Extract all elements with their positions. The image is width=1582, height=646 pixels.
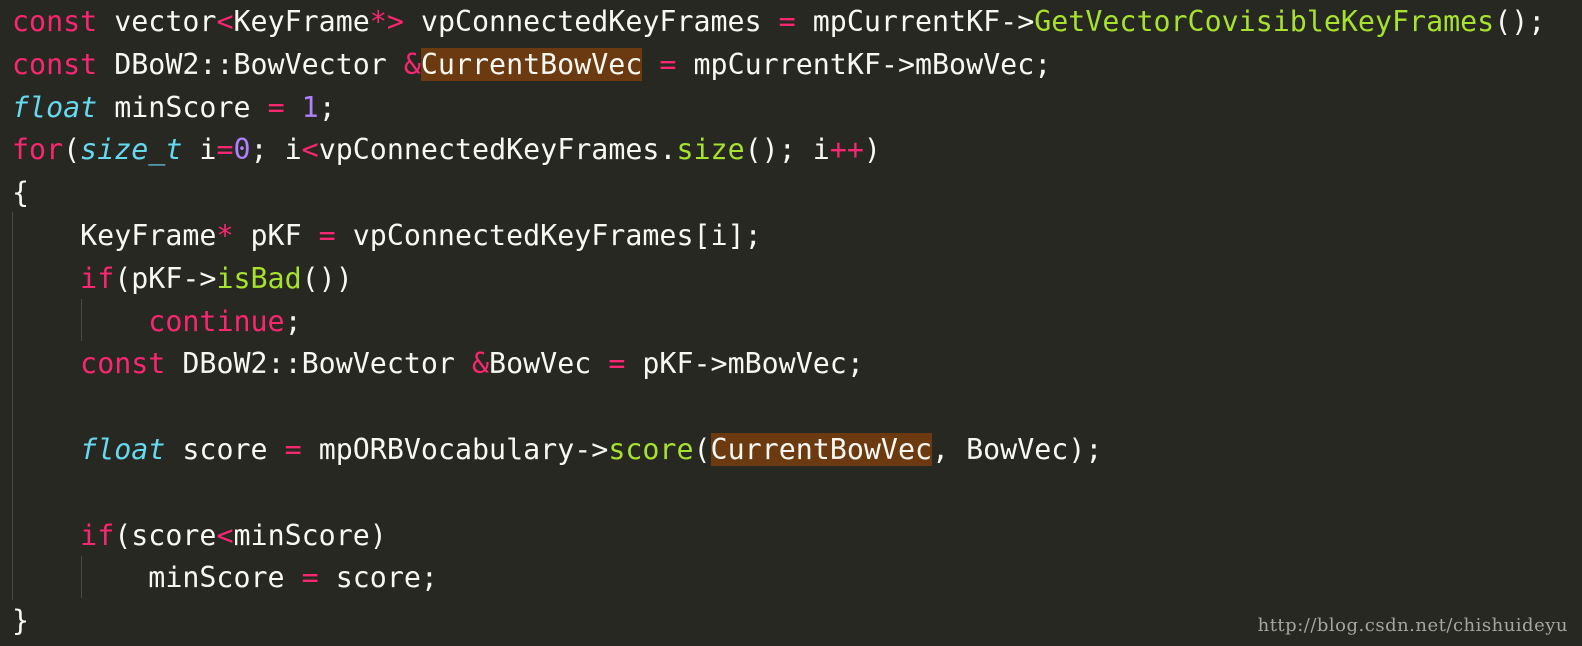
code-token: mpCurrentKF->mBowVec; bbox=[676, 47, 1052, 81]
code-line[interactable]: for(size_t i=0; i<vpConnectedKeyFrames.s… bbox=[12, 128, 881, 171]
code-line[interactable]: float score = mpORBVocabulary->score(Cur… bbox=[12, 428, 1102, 471]
code-token: float bbox=[80, 433, 166, 466]
code-token: const bbox=[80, 347, 166, 381]
code-token: < bbox=[216, 518, 234, 552]
code-line[interactable]: if(pKF->isBad()) bbox=[12, 257, 353, 300]
code-token: KeyFrame bbox=[233, 5, 370, 38]
code-token: i bbox=[182, 133, 217, 167]
code-token: score bbox=[165, 433, 285, 466]
code-token: float bbox=[12, 90, 98, 124]
code-token: & bbox=[403, 47, 421, 81]
code-token: for bbox=[12, 133, 64, 167]
code-token: = bbox=[301, 561, 319, 595]
code-token: size_t bbox=[80, 133, 183, 167]
code-token: = bbox=[659, 47, 677, 81]
code-token: = bbox=[216, 133, 234, 167]
code-token: ( bbox=[63, 133, 81, 167]
code-token: = bbox=[284, 433, 302, 466]
code-token: minScore bbox=[12, 561, 302, 595]
code-token: const bbox=[12, 47, 98, 81]
code-token: ; i bbox=[250, 133, 302, 167]
code-token: ( bbox=[693, 433, 711, 466]
code-token: 1 bbox=[301, 90, 319, 124]
code-line[interactable]: const DBoW2::BowVector &CurrentBowVec = … bbox=[12, 43, 1051, 86]
code-token: (); i bbox=[744, 133, 830, 167]
code-token: vector bbox=[97, 5, 217, 38]
code-token: DBoW2::BowVector bbox=[97, 47, 404, 81]
code-token: (score bbox=[114, 518, 217, 552]
code-token: isBad bbox=[216, 261, 302, 295]
code-token: KeyFrame bbox=[12, 219, 217, 252]
code-token: = bbox=[608, 347, 626, 381]
code-line[interactable]: const vector<KeyFrame*> vpConnectedKeyFr… bbox=[12, 0, 1545, 43]
code-token: * bbox=[216, 219, 234, 252]
code-token: 0 bbox=[233, 133, 251, 167]
code-token: DBoW2::BowVector bbox=[165, 347, 472, 381]
code-token: continue bbox=[148, 304, 285, 338]
code-token: } bbox=[12, 604, 30, 638]
code-token: vpConnectedKeyFrames bbox=[403, 5, 779, 38]
code-token: , BowVec); bbox=[932, 433, 1103, 466]
code-token: const bbox=[12, 5, 98, 38]
code-token: ++ bbox=[829, 133, 864, 167]
code-line[interactable]: { bbox=[12, 171, 29, 214]
code-token: vpConnectedKeyFrames[i]; bbox=[335, 219, 762, 252]
code-token: BowVec bbox=[489, 347, 609, 381]
code-line[interactable]: } bbox=[12, 599, 29, 642]
code-token: & bbox=[472, 347, 490, 381]
code-token: *> bbox=[369, 5, 404, 38]
code-token: (); bbox=[1494, 5, 1546, 38]
code-token: pKF bbox=[233, 219, 319, 252]
search-highlight: CurrentBowVec bbox=[420, 47, 643, 81]
code-token: mpCurrentKF-> bbox=[795, 5, 1035, 38]
code-token: mpORBVocabulary-> bbox=[301, 433, 609, 466]
code-token: minScore bbox=[97, 90, 268, 124]
code-token: GetVectorCovisibleKeyFrames bbox=[1034, 5, 1495, 38]
code-token: if bbox=[80, 518, 115, 552]
code-token: (pKF-> bbox=[114, 261, 217, 295]
code-line[interactable]: continue; bbox=[12, 300, 302, 343]
code-line[interactable]: if(score<minScore) bbox=[12, 514, 387, 557]
watermark-text: http://blog.csdn.net/chishuideyu bbox=[1257, 615, 1568, 636]
code-token: ()) bbox=[301, 261, 353, 295]
code-token: score; bbox=[318, 561, 438, 595]
search-highlight: CurrentBowVec bbox=[710, 433, 933, 466]
code-token: ; bbox=[284, 304, 302, 338]
code-token: score bbox=[608, 433, 694, 466]
code-token: size bbox=[676, 133, 745, 167]
code-line[interactable]: float minScore = 1; bbox=[12, 86, 336, 129]
code-token: { bbox=[12, 176, 30, 210]
code-line[interactable]: minScore = score; bbox=[12, 556, 438, 599]
code-token: ) bbox=[863, 133, 881, 167]
code-token: minScore) bbox=[233, 518, 387, 552]
code-token: pKF->mBowVec; bbox=[625, 347, 864, 381]
code-token: ; bbox=[318, 90, 336, 124]
code-token: < bbox=[301, 133, 319, 167]
code-line[interactable]: KeyFrame* pKF = vpConnectedKeyFrames[i]; bbox=[12, 214, 762, 257]
code-token: < bbox=[216, 5, 234, 38]
code-editor[interactable]: const vector<KeyFrame*> vpConnectedKeyFr… bbox=[0, 0, 1582, 646]
code-token: = bbox=[778, 5, 796, 38]
code-token: if bbox=[80, 261, 115, 295]
code-token: = bbox=[318, 219, 336, 252]
code-token: = bbox=[267, 90, 285, 124]
code-line[interactable]: const DBoW2::BowVector &BowVec = pKF->mB… bbox=[12, 342, 864, 385]
code-token: vpConnectedKeyFrames. bbox=[318, 133, 677, 167]
